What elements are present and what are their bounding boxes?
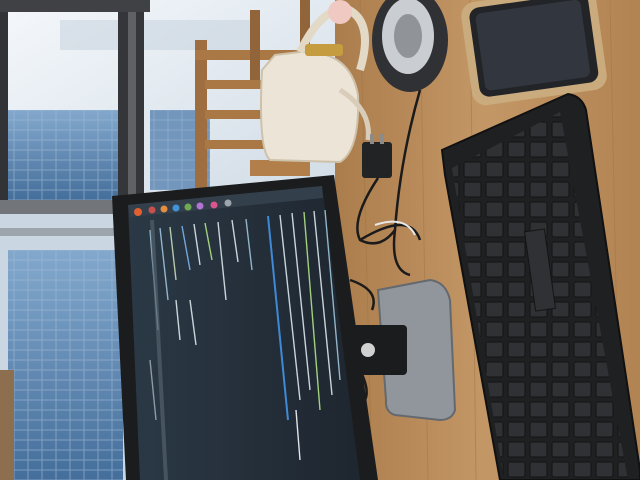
scene-canvas (0, 0, 640, 480)
light-overlay (0, 0, 640, 480)
photo-scene (0, 0, 640, 480)
